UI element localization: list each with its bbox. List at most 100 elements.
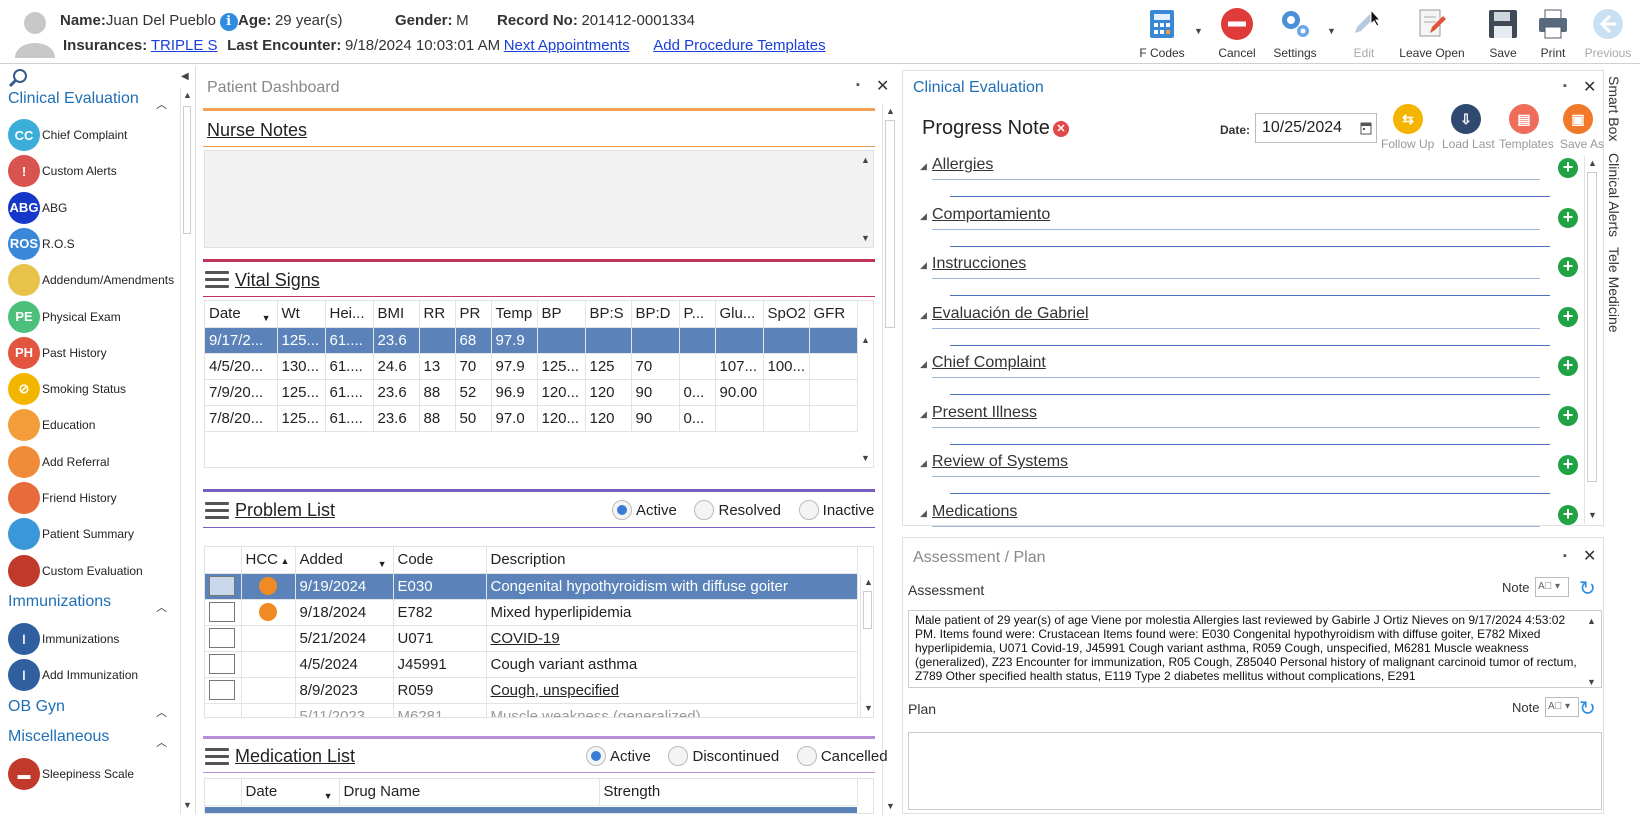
vitals-col-header[interactable]: P... xyxy=(679,301,716,328)
row-select-cell[interactable] xyxy=(205,677,242,704)
section-review-of-systems[interactable]: ◢ Review of Systems + xyxy=(914,449,1578,498)
nav-section-ob-gyn-collapse-icon[interactable]: ︿ xyxy=(156,704,167,720)
section-comportamiento[interactable]: ◢ Comportamiento + xyxy=(914,202,1578,251)
vitals-menu-icon[interactable] xyxy=(205,271,229,289)
add-allergies-icon[interactable]: + xyxy=(1558,158,1578,178)
nav-scrollbar[interactable]: ▲ ▼ xyxy=(180,88,194,814)
problem-filter-resolved-radio[interactable] xyxy=(694,500,715,520)
nav-section-clinical-evaluation[interactable]: Clinical Evaluation xyxy=(8,90,139,108)
nav-item-addendum-amendments[interactable]: Addendum/Amendments xyxy=(8,263,178,297)
cancel-button[interactable]: Cancel xyxy=(1215,6,1259,60)
smart-box-tab[interactable]: Smart Box xyxy=(1606,76,1622,141)
load-last-icon[interactable]: ⇩ xyxy=(1451,104,1481,134)
nav-item-past-history[interactable]: PH Past History xyxy=(8,336,178,370)
expand-icon[interactable]: ◢ xyxy=(920,409,927,420)
assessment-refresh-icon[interactable]: ↻ xyxy=(1579,576,1596,601)
load-last-label[interactable]: Load Last xyxy=(1442,137,1495,151)
assessment-textarea[interactable]: Male patient of 29 year(s) of age Viene … xyxy=(908,610,1602,688)
vitals-col-header[interactable]: Date ▼ xyxy=(205,301,278,328)
next-appointments-link[interactable]: Next Appointments xyxy=(504,37,630,54)
table-row[interactable]: 7/9/20... 125... 61.... 23.6 88 52 96.9 120... 1… xyxy=(205,379,858,406)
med-filter-cancelled-radio[interactable] xyxy=(796,746,817,766)
row-checkbox[interactable] xyxy=(209,654,235,674)
date-input[interactable]: 10/25/2024 xyxy=(1255,113,1377,143)
vitals-col-header[interactable]: Wt xyxy=(277,301,326,328)
row-select-cell[interactable] xyxy=(205,573,242,600)
table-row[interactable]: 8/9/2023 R059 Cough, unspecified xyxy=(205,677,858,704)
section-label[interactable]: Chief Complaint xyxy=(932,354,1046,372)
settings-button[interactable]: Settings xyxy=(1270,6,1320,60)
previous-button[interactable]: Previous xyxy=(1582,6,1634,60)
info-icon[interactable]: i xyxy=(219,12,238,31)
description-cell[interactable]: Cough, unspecified xyxy=(486,677,858,704)
add-comportamiento-icon[interactable]: + xyxy=(1558,207,1578,228)
nav-section-clinical-evaluation-collapse-icon[interactable]: ︿ xyxy=(156,96,167,112)
vitals-col-header[interactable]: PR xyxy=(455,301,492,328)
sort-desc-icon[interactable]: ▼ xyxy=(262,313,271,323)
medication-col-header[interactable]: Date ▼ xyxy=(241,779,340,806)
fcodes-button[interactable]: F Codes xyxy=(1135,6,1189,60)
nav-item-education[interactable]: Education xyxy=(8,408,178,442)
close-dashboard-icon[interactable]: ✕ xyxy=(876,76,889,96)
add-present-illness-icon[interactable]: + xyxy=(1558,405,1578,426)
problem-col-header[interactable]: Description xyxy=(486,547,858,574)
clinical-pin-icon[interactable]: ▪ xyxy=(1563,80,1567,92)
plan-refresh-icon[interactable]: ↻ xyxy=(1579,696,1596,721)
row-checkbox[interactable] xyxy=(209,628,235,648)
problem-col-header[interactable]: Added ▼ xyxy=(295,547,394,574)
pin-icon[interactable]: ▪ xyxy=(856,79,860,91)
nav-item-add-referral[interactable]: Add Referral xyxy=(8,445,178,479)
add-medications-icon[interactable]: + xyxy=(1558,504,1578,525)
insurance-link[interactable]: TRIPLE S xyxy=(151,37,218,54)
vitals-col-header[interactable]: BMI xyxy=(373,301,420,328)
table-row[interactable]: 4/5/2024 J45991 Cough variant asthma xyxy=(205,651,858,678)
expand-icon[interactable]: ◢ xyxy=(920,458,927,469)
section-label[interactable]: Allergies xyxy=(932,156,993,174)
follow-up-icon[interactable]: ⇆ xyxy=(1393,104,1423,134)
problem-filter-active-radio[interactable] xyxy=(612,500,632,520)
add-chief-complaint-icon[interactable]: + xyxy=(1558,356,1578,376)
problem-col-header[interactable]: Code xyxy=(393,547,487,574)
vitals-col-header[interactable]: Hei... xyxy=(325,301,374,328)
section-label[interactable]: Review of Systems xyxy=(932,453,1068,471)
row-select-cell[interactable] xyxy=(205,625,242,652)
vitals-col-header[interactable]: BP:D xyxy=(631,301,680,328)
nav-item-custom-alerts[interactable]: ! Custom Alerts xyxy=(8,154,178,188)
add-review-of-systems-icon[interactable]: + xyxy=(1558,455,1578,475)
section-evaluacion-de-gabriel[interactable]: ◢ Evaluación de Gabriel + xyxy=(914,301,1578,350)
nav-item-r-o-s[interactable]: ROS R.O.S xyxy=(8,227,178,261)
medications-menu-icon[interactable] xyxy=(205,748,229,766)
templates-label[interactable]: Templates xyxy=(1499,137,1554,151)
section-instrucciones[interactable]: ◢ Instrucciones + xyxy=(914,251,1578,300)
problem-col-header[interactable]: HCC ▲ xyxy=(241,547,296,574)
problems-menu-icon[interactable] xyxy=(205,502,229,520)
nav-section-ob-gyn[interactable]: OB Gyn xyxy=(8,698,65,716)
table-row[interactable]: 5/11/2023 M6281 Muscle weakness (generaliz… xyxy=(205,703,858,717)
save-as-icon[interactable]: ▣ xyxy=(1563,104,1593,134)
expand-icon[interactable]: ◢ xyxy=(920,310,927,321)
table-row[interactable]: 9/19/2024 E030 Congenital hypothyroidism… xyxy=(205,573,858,600)
follow-up-label[interactable]: Follow Up xyxy=(1381,137,1434,151)
nav-section-miscellaneous-collapse-icon[interactable]: ︿ xyxy=(156,734,167,750)
med-filter-discontinued-radio[interactable] xyxy=(668,746,689,766)
nav-item-chief-complaint[interactable]: CC Chief Complaint xyxy=(8,118,178,152)
description-cell[interactable]: COVID-19 xyxy=(486,625,858,652)
plan-textarea[interactable] xyxy=(908,732,1602,810)
sort-desc-icon[interactable]: ▼ xyxy=(324,791,333,801)
vitals-col-header[interactable]: BP:S xyxy=(585,301,632,328)
section-label[interactable]: Medications xyxy=(932,503,1017,521)
nav-item-immunizations[interactable]: ǀ Immunizations xyxy=(8,622,178,656)
table-row[interactable]: 9/18/2024 E782 Mixed hyperlipidemia xyxy=(205,599,858,626)
section-label[interactable]: Present Illness xyxy=(932,404,1037,422)
expand-icon[interactable]: ◢ xyxy=(920,211,927,222)
expand-icon[interactable]: ◢ xyxy=(920,161,927,172)
add-procedure-templates-link[interactable]: Add Procedure Templates xyxy=(653,37,825,54)
add-instrucciones-icon[interactable]: + xyxy=(1558,257,1578,277)
section-label[interactable]: Instrucciones xyxy=(932,255,1026,273)
problem-filter-inactive-radio[interactable] xyxy=(798,500,819,520)
table-row[interactable]: 5/21/2024 U071 COVID-19 xyxy=(205,625,858,652)
table-row[interactable]: 7/8/20... 125... 61.... 23.6 88 50 97.0 120... 1… xyxy=(205,405,858,432)
nav-section-immunizations[interactable]: Immunizations xyxy=(8,593,111,611)
medication-col-header[interactable]: Drug Name xyxy=(339,779,600,806)
nav-item-custom-evaluation[interactable]: Custom Evaluation xyxy=(8,554,178,588)
